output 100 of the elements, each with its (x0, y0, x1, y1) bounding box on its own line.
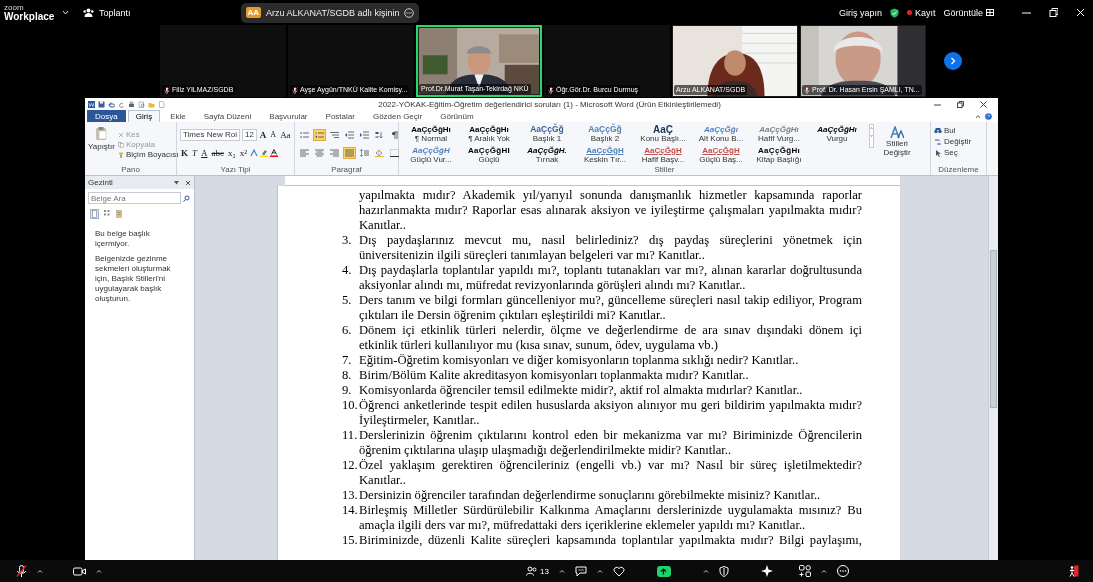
pages-view-tab[interactable] (102, 209, 111, 219)
chevron-down-icon[interactable] (62, 10, 69, 15)
paste-button[interactable]: Yapıştır (88, 124, 115, 165)
font-button[interactable]: x² (238, 147, 248, 158)
word-logo-icon[interactable] (88, 100, 95, 108)
font-button[interactable]: T (191, 147, 199, 158)
restore-icon[interactable] (957, 100, 964, 108)
maximize-icon[interactable] (1049, 8, 1058, 17)
participants-icon[interactable] (526, 566, 539, 576)
list-number: 9. (342, 383, 353, 398)
list-number: 6. (342, 323, 353, 339)
shield-icon[interactable] (718, 565, 729, 577)
heart-icon[interactable] (612, 565, 625, 577)
font-button[interactable]: A (258, 129, 268, 140)
menu-label[interactable]: Toplantı (99, 7, 131, 18)
font-button[interactable]: A (269, 130, 278, 139)
redo-icon[interactable] (118, 100, 125, 108)
view-button[interactable]: Görüntüle (943, 7, 994, 18)
print-preview-icon[interactable] (138, 100, 145, 108)
font-button[interactable]: A (200, 147, 209, 158)
caret-up-icon[interactable] (96, 569, 102, 573)
caret-up-icon[interactable] (37, 569, 43, 573)
editing-button[interactable]: Değiştir (934, 137, 972, 146)
sparkle-icon[interactable] (760, 565, 773, 577)
style-gallery-item[interactable]: AaÇçĞğHı Kitap Başlığı (750, 145, 808, 165)
style-gallery-item[interactable]: AaÇçĞğ Başlık 2 (576, 125, 634, 145)
help-icon[interactable] (985, 112, 992, 120)
search-icon[interactable] (183, 194, 190, 202)
window-title: 2022-YÖKAK-Eğitim-Öğretim değerlendirici soruları (1) - Microsoft Word (Ürün Etkinleştirilemedi) (377, 99, 722, 109)
change-styles-button[interactable]: Stilleri Değiştir (877, 124, 917, 165)
copy-icon (118, 141, 124, 148)
more-icon[interactable] (404, 7, 415, 18)
microphone-icon[interactable] (16, 565, 27, 577)
caret-up-icon[interactable] (596, 569, 603, 573)
scroll-thumb[interactable] (990, 250, 997, 408)
caret-up-icon[interactable] (558, 569, 565, 573)
borders-button[interactable] (388, 146, 401, 159)
caret-up-icon[interactable] (820, 569, 827, 573)
people-icon[interactable] (83, 8, 94, 17)
scissors-icon (118, 131, 124, 138)
clipboard-button[interactable]: Biçim Boyacısı (118, 150, 179, 159)
style-gallery-item[interactable]: AaÇçĞğH Keskin Tır... (576, 145, 634, 165)
group-label: Stiller (653, 165, 676, 175)
highlighter-icon[interactable] (259, 148, 268, 157)
avatar-badge: AA (245, 7, 262, 18)
share-banner[interactable]: AA Arzu ALKANAT/SGDB adlı kişinin (240, 2, 420, 23)
style-gallery-item[interactable]: AaÇçĞğı Alt Konu B... (692, 125, 750, 145)
undo-icon[interactable] (108, 100, 115, 108)
share-screen-button[interactable] (656, 565, 671, 577)
shield-check-icon[interactable] (889, 7, 899, 18)
editing-button[interactable]: Bul (934, 126, 972, 135)
editing-button[interactable]: Seç (934, 148, 972, 157)
scrollbar[interactable] (988, 176, 998, 560)
font-size-field[interactable]: 12 (241, 128, 257, 141)
search-field[interactable]: Belge Ara (88, 192, 181, 204)
print-icon[interactable] (128, 100, 135, 108)
style-gallery-item[interactable]: AaÇçĞğHI Güçlü (460, 145, 518, 165)
style-gallery-item[interactable]: AaÇçĞğH Güçlü Vur... (402, 145, 460, 165)
ribbon-tab[interactable]: Sayfa Düzeni (195, 110, 260, 122)
font-button[interactable]: abc (210, 147, 226, 158)
close-icon[interactable] (980, 100, 987, 108)
font-button[interactable]: K (180, 147, 189, 158)
close-icon[interactable] (185, 179, 191, 186)
results-view-tab[interactable] (114, 209, 123, 219)
record-button[interactable]: Kayıt (906, 7, 936, 18)
style-gallery-item[interactable]: AaÇçĞğH. Tırnak (518, 145, 576, 165)
font-button[interactable]: Aa (279, 129, 292, 140)
ribbon-tab[interactable]: Giriş (127, 110, 161, 122)
style-gallery-item[interactable]: AaÇçĞğHı Hafif Vurg... (750, 125, 808, 145)
ribbon-tab[interactable]: Görünüm (432, 110, 482, 122)
leave-icon[interactable] (1069, 565, 1079, 577)
list-number: 13. (342, 488, 359, 503)
style-gallery-item[interactable]: AaÇçĞğH Güçlü Baş... (692, 145, 750, 165)
ribbon-tab[interactable]: Dosya (87, 110, 126, 122)
font-button[interactable]: x₂ (227, 147, 237, 158)
list-number: 11. (342, 428, 359, 444)
ribbon-tab[interactable]: Ekle (162, 110, 194, 122)
collapse-ribbon-icon[interactable] (975, 113, 981, 119)
sign-in-link[interactable]: Giriş yapın (838, 7, 882, 18)
ribbon-tab[interactable]: Postalar (317, 110, 363, 122)
style-gallery-item[interactable]: AaÇ Konu Başlı... (634, 125, 692, 145)
style-gallery-item[interactable]: AaÇçĞğHı Vurgu (808, 125, 866, 145)
font-color-icon[interactable] (269, 148, 278, 157)
next-page-button[interactable] (944, 52, 962, 70)
list-number: 5. (342, 293, 353, 309)
ribbon-tab[interactable]: Gözden Geçir (364, 110, 431, 122)
style-gallery-item[interactable]: AaÇçĞğH Hafif Başv... (634, 145, 692, 165)
font-name-field[interactable]: Times New Roi (180, 128, 240, 141)
chat-icon[interactable] (574, 565, 587, 577)
style-gallery-item[interactable]: AaÇçĞğ Başlık 1 (518, 125, 576, 145)
video-camera-icon[interactable] (73, 566, 86, 576)
line-spacing-button[interactable] (358, 146, 371, 159)
caret-up-icon[interactable] (702, 569, 709, 573)
save-icon[interactable] (98, 100, 105, 108)
ribbon-tab[interactable]: Başvurular (261, 110, 316, 122)
dropdown-icon[interactable] (174, 180, 179, 185)
apps-icon[interactable] (798, 565, 811, 577)
text-effects-icon[interactable] (249, 148, 258, 157)
style-gallery-item[interactable]: AaÇçĞğHı ¶ Normal (402, 125, 460, 145)
style-gallery-item[interactable]: AaÇçĞğHı ¶ Aralık Yok (460, 125, 518, 145)
